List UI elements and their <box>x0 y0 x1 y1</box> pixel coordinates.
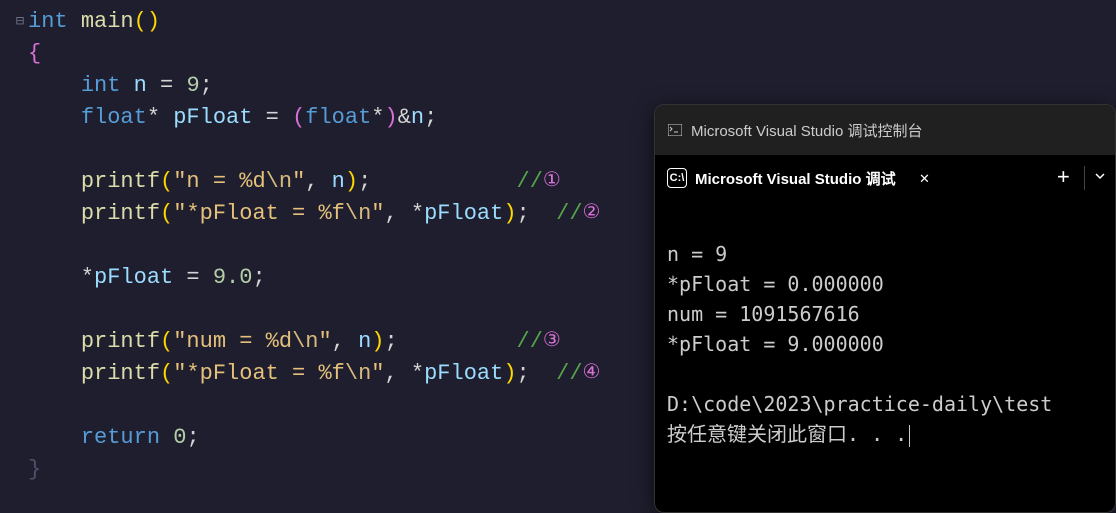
terminal-output[interactable]: n = 9 *pFloat = 0.000000 num = 109156761… <box>655 201 1115 487</box>
new-tab-button[interactable]: + <box>1043 166 1084 191</box>
terminal-tabbar: C:\ Microsoft Visual Studio 调试 ✕ + <box>655 155 1115 201</box>
terminal-window-title: Microsoft Visual Studio 调试控制台 <box>691 120 922 141</box>
terminal-tab-title: Microsoft Visual Studio 调试 <box>695 168 896 189</box>
code-line: ⊟int main() <box>0 6 1116 38</box>
output-line: n = 9 <box>667 242 727 266</box>
terminal-window[interactable]: Microsoft Visual Studio 调试控制台 C:\ Micros… <box>654 104 1116 513</box>
output-line: *pFloat = 9.000000 <box>667 332 884 356</box>
terminal-tab[interactable]: C:\ Microsoft Visual Studio 调试 <box>655 155 908 201</box>
output-line: D:\code\2023\practice-daily\test <box>667 392 1052 416</box>
terminal-icon <box>667 122 683 138</box>
code-line: { <box>0 38 1116 70</box>
close-tab-button[interactable]: ✕ <box>908 168 942 188</box>
output-line: 按任意键关闭此窗口. . . <box>667 422 907 446</box>
fold-icon[interactable]: ⊟ <box>12 6 28 38</box>
cursor <box>909 425 910 447</box>
output-line: *pFloat = 0.000000 <box>667 272 884 296</box>
code-line: int n = 9; <box>0 70 1116 102</box>
tab-menu-button[interactable] <box>1085 169 1115 188</box>
output-line: num = 1091567616 <box>667 302 860 326</box>
terminal-titlebar[interactable]: Microsoft Visual Studio 调试控制台 <box>655 105 1115 155</box>
cmd-icon: C:\ <box>667 168 687 188</box>
